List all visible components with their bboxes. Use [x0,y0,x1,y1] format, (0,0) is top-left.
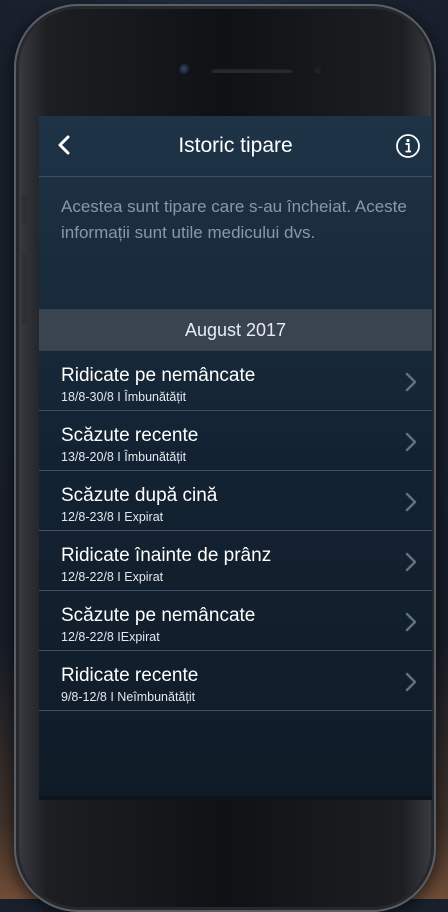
pattern-subtitle: 13/8-20/8 I Îmbunătățit [61,450,187,464]
pattern-title: Ridicate recente [61,665,199,686]
pattern-subtitle: 12/8-22/8 IExpirat [61,630,160,644]
pattern-row[interactable]: Ridicate pe nemâncate 18/8-30/8 I Îmbună… [39,351,432,411]
pattern-row[interactable]: Ridicate înainte de prânz 12/8-22/8 I Ex… [39,531,432,591]
chevron-right-icon [405,672,417,692]
back-button[interactable] [47,124,81,166]
pattern-subtitle: 9/8-12/8 I Neîmbunătățit [61,690,196,704]
screen-bottom-edge [39,796,432,800]
page-title: Istoric tipare [178,134,293,157]
pattern-subtitle: 18/8-30/8 I Îmbunătățit [61,390,187,404]
info-button[interactable] [394,132,422,160]
nav-bar: Istoric tipare [39,116,432,177]
mute-switch [22,194,28,224]
chevron-right-icon [405,612,417,632]
pattern-row[interactable]: Scăzute recente 13/8-20/8 I Îmbunătățit [39,411,432,471]
pattern-row[interactable]: Scăzute după cină 12/8-23/8 I Expirat [39,471,432,531]
chevron-right-icon [405,552,417,572]
pattern-row[interactable]: Ridicate recente 9/8-12/8 I Neîmbunătăți… [39,651,432,711]
month-section-header: August 2017 [39,309,432,351]
info-icon [396,134,420,158]
pattern-title: Ridicate înainte de prânz [61,545,272,566]
pattern-title: Scăzute pe nemâncate [61,605,256,626]
volume-button [22,254,28,324]
page-description: Acestea sunt tipare care s-au încheiat. … [61,197,407,242]
chevron-right-icon [405,492,417,512]
front-camera [179,64,191,76]
chevron-right-icon [405,432,417,452]
pattern-title: Scăzute recente [61,425,199,446]
proximity-sensor [314,67,321,74]
pattern-title: Scăzute după cină [61,485,218,506]
pattern-subtitle: 12/8-23/8 I Expirat [61,510,164,524]
pattern-row[interactable]: Scăzute pe nemâncate 12/8-22/8 IExpirat [39,591,432,651]
earpiece-speaker [211,68,293,73]
chevron-right-icon [405,372,417,392]
pattern-subtitle: 12/8-22/8 I Expirat [61,570,164,584]
app-screen: Istoric tipare Acestea sunt tipare care … [39,116,432,800]
pattern-list: Ridicate pe nemâncate 18/8-30/8 I Îmbună… [39,351,432,711]
chevron-left-icon [58,135,70,155]
pattern-title: Ridicate pe nemâncate [61,365,256,386]
